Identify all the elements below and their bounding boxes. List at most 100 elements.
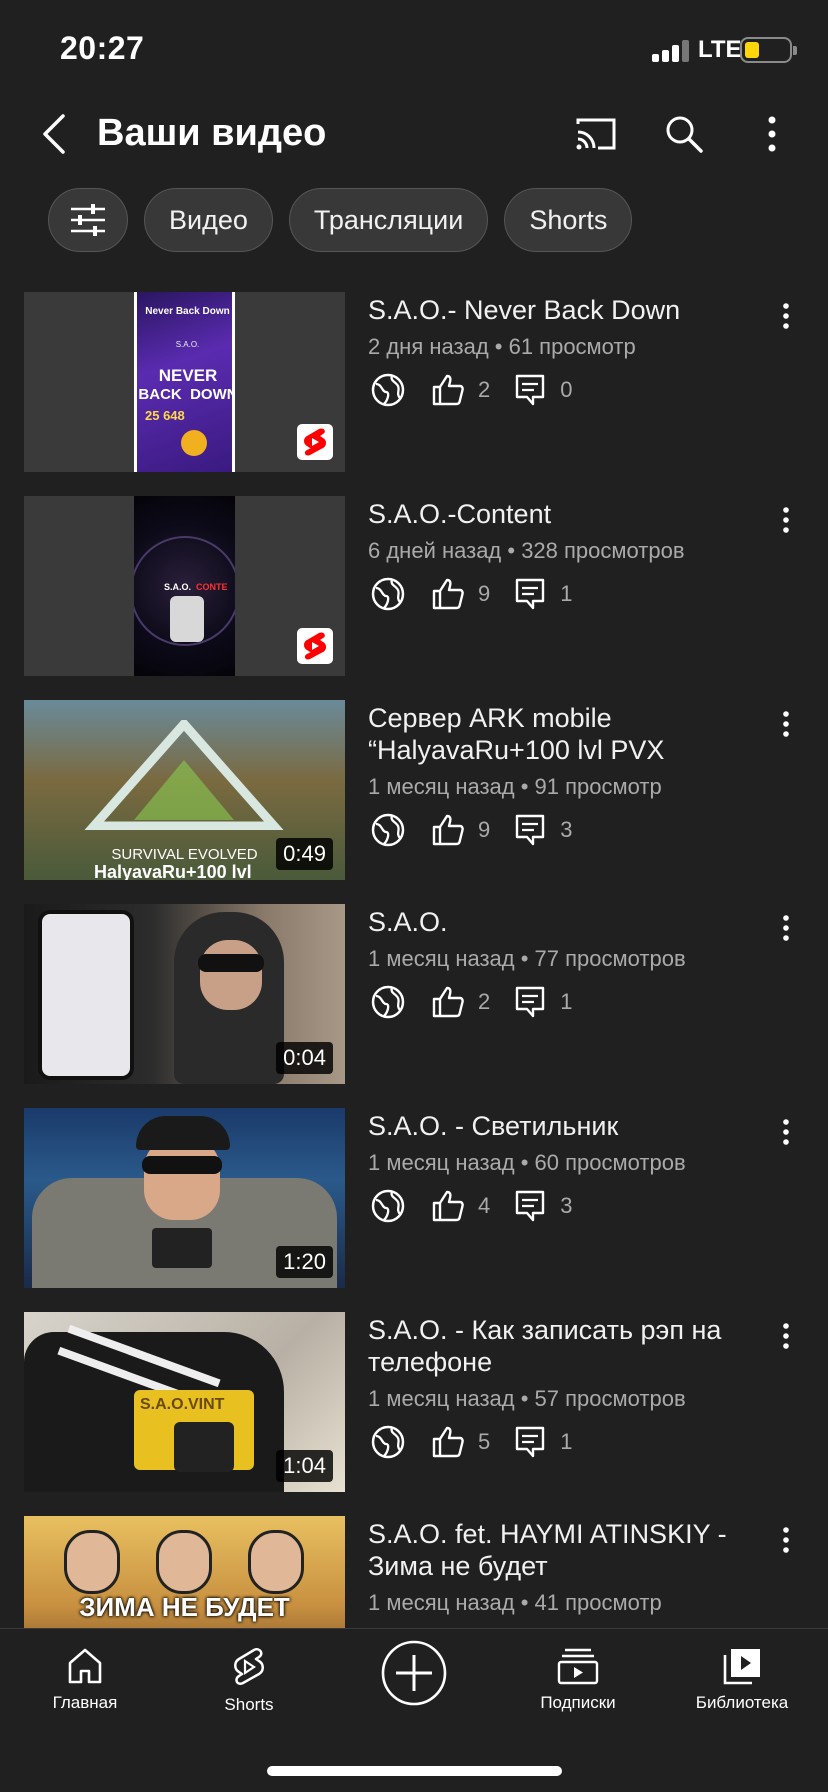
video-thumbnail[interactable]: 0:04	[24, 904, 345, 1084]
video-item[interactable]: SURVIVAL EVOLVED HalyavaRu+100 lvl 0:49 …	[0, 700, 828, 880]
more-vert-icon	[783, 1527, 789, 1553]
shorts-badge	[297, 628, 333, 664]
video-thumbnail[interactable]: ЗИМА НЕ БУДЕТ	[24, 1516, 345, 1628]
video-duration: 0:49	[276, 838, 333, 870]
globe-icon	[368, 810, 408, 850]
comment-count: 1	[560, 1429, 573, 1454]
more-vert-icon	[783, 1119, 789, 1145]
video-thumbnail[interactable]: Never Back Down S.A.O. NEVER BACK DOWN 2…	[24, 292, 345, 472]
chip-live[interactable]: Трансляции	[288, 188, 489, 252]
create-icon	[381, 1640, 447, 1706]
nav-home[interactable]: Главная	[15, 1647, 155, 1713]
video-stats: 5 1	[368, 1422, 593, 1462]
comment-icon	[510, 574, 550, 614]
video-title[interactable]: S.A.O. fet. HAYMI ATINSKIY - Зима не буд…	[368, 1518, 758, 1582]
more-vert-icon	[768, 116, 776, 152]
video-more-button[interactable]	[772, 706, 800, 742]
more-vert-icon	[783, 507, 789, 533]
like-count: 4	[478, 1193, 491, 1218]
like-icon	[428, 574, 468, 614]
video-meta: 1 месяц назад • 57 просмотров	[368, 1386, 686, 1411]
video-thumbnail[interactable]: 1:20	[24, 1108, 345, 1288]
video-more-button[interactable]	[772, 910, 800, 946]
video-thumbnail[interactable]: S.A.O. CONTE	[24, 496, 345, 676]
search-button[interactable]	[658, 108, 710, 160]
like-count: 9	[478, 817, 491, 842]
nav-shorts-label: Shorts	[224, 1695, 274, 1714]
comment-count: 0	[560, 377, 573, 402]
video-item[interactable]: S.A.O.VINT 1:04 S.A.O. - Как записать рэ…	[0, 1312, 828, 1492]
video-thumbnail[interactable]: SURVIVAL EVOLVED HalyavaRu+100 lvl 0:49	[24, 700, 345, 880]
globe-icon	[368, 1422, 408, 1462]
chip-shorts[interactable]: Shorts	[504, 188, 633, 252]
like-count: 9	[478, 581, 491, 606]
video-more-button[interactable]	[772, 502, 800, 538]
comment-icon	[510, 982, 550, 1022]
chip-videos[interactable]: Видео	[144, 188, 273, 252]
search-icon	[666, 116, 703, 153]
video-duration: 1:04	[276, 1450, 333, 1482]
video-stats: 9 3	[368, 810, 593, 850]
video-thumbnail[interactable]: S.A.O.VINT 1:04	[24, 1312, 345, 1492]
subscriptions-icon	[557, 1648, 599, 1685]
thumb-caption: S.A.O.VINT	[140, 1396, 225, 1413]
like-icon	[428, 982, 468, 1022]
video-more-button[interactable]	[772, 1114, 800, 1150]
filter-settings-chip[interactable]	[48, 188, 128, 252]
battery-icon	[740, 37, 797, 63]
video-meta: 2 дня назад • 61 просмотр	[368, 334, 636, 359]
video-more-button[interactable]	[772, 298, 800, 334]
globe-icon	[368, 1186, 408, 1226]
thumb-caption: BACK DOWN	[138, 386, 235, 403]
nav-subscriptions[interactable]: Подписки	[508, 1647, 648, 1713]
video-item[interactable]: 1:20 S.A.O. - Светильник 1 месяц назад •…	[0, 1108, 828, 1288]
cast-icon	[576, 118, 616, 150]
nav-create[interactable]	[344, 1639, 484, 1707]
comment-icon	[510, 1422, 550, 1462]
thumb-caption: CONTE	[196, 582, 228, 592]
video-more-button[interactable]	[772, 1318, 800, 1354]
ark-logo-image	[84, 720, 284, 830]
video-title[interactable]: S.A.O. - Светильник	[368, 1110, 758, 1142]
status-time: 20:27	[60, 30, 145, 66]
video-title[interactable]: S.A.O.-Content	[368, 498, 758, 530]
thumb-caption: Never Back Down	[145, 306, 230, 317]
video-stats: 9 1	[368, 574, 593, 614]
video-title[interactable]: Сервер ARK mobile “HalyavaRu+100 lvl PVX	[368, 702, 758, 766]
video-title[interactable]: S.A.O.- Never Back Down	[368, 294, 758, 326]
more-vert-icon	[783, 711, 789, 737]
like-count: 2	[478, 377, 491, 402]
home-indicator[interactable]	[267, 1766, 562, 1776]
phone-image	[38, 910, 134, 1080]
video-stats: 2 0	[368, 370, 593, 410]
globe-icon	[368, 574, 408, 614]
video-item[interactable]: 0:04 S.A.O. 1 месяц назад • 77 просмотро…	[0, 904, 828, 1084]
cast-button[interactable]	[570, 108, 622, 160]
back-button[interactable]	[28, 108, 80, 160]
video-title[interactable]: S.A.O.	[368, 906, 758, 938]
comment-icon	[510, 1186, 550, 1226]
globe-icon	[368, 370, 408, 410]
like-icon	[428, 1422, 468, 1462]
more-options-button[interactable]	[746, 108, 798, 160]
nav-library-label: Библиотека	[695, 1693, 789, 1712]
more-vert-icon	[783, 303, 789, 329]
video-item[interactable]: ЗИМА НЕ БУДЕТ S.A.O. fet. HAYMI ATINSKIY…	[0, 1516, 828, 1628]
like-icon	[428, 370, 468, 410]
status-bar: 20:27 LTE	[0, 0, 828, 96]
thumbnail-image: S.A.O. CONTE	[134, 496, 235, 676]
video-item[interactable]: Never Back Down S.A.O. NEVER BACK DOWN 2…	[0, 292, 828, 472]
nav-library[interactable]: Библиотека	[672, 1647, 812, 1713]
thumb-caption: 25 648	[145, 408, 185, 423]
video-title[interactable]: S.A.O. - Как записать рэп на телефоне	[368, 1314, 758, 1378]
thumb-caption: ЗИМА НЕ БУДЕТ	[79, 1592, 290, 1622]
video-meta: 1 месяц назад • 77 просмотров	[368, 946, 686, 971]
comment-count: 1	[560, 581, 573, 606]
app-header: Ваши видео	[0, 96, 828, 172]
nav-shorts[interactable]: Shorts	[179, 1647, 319, 1715]
video-item[interactable]: S.A.O. CONTE S.A.O.-Content 6 дней назад…	[0, 496, 828, 676]
video-duration: 1:20	[276, 1246, 333, 1278]
comment-count: 1	[560, 989, 573, 1014]
video-more-button[interactable]	[772, 1522, 800, 1558]
comment-icon	[510, 370, 550, 410]
